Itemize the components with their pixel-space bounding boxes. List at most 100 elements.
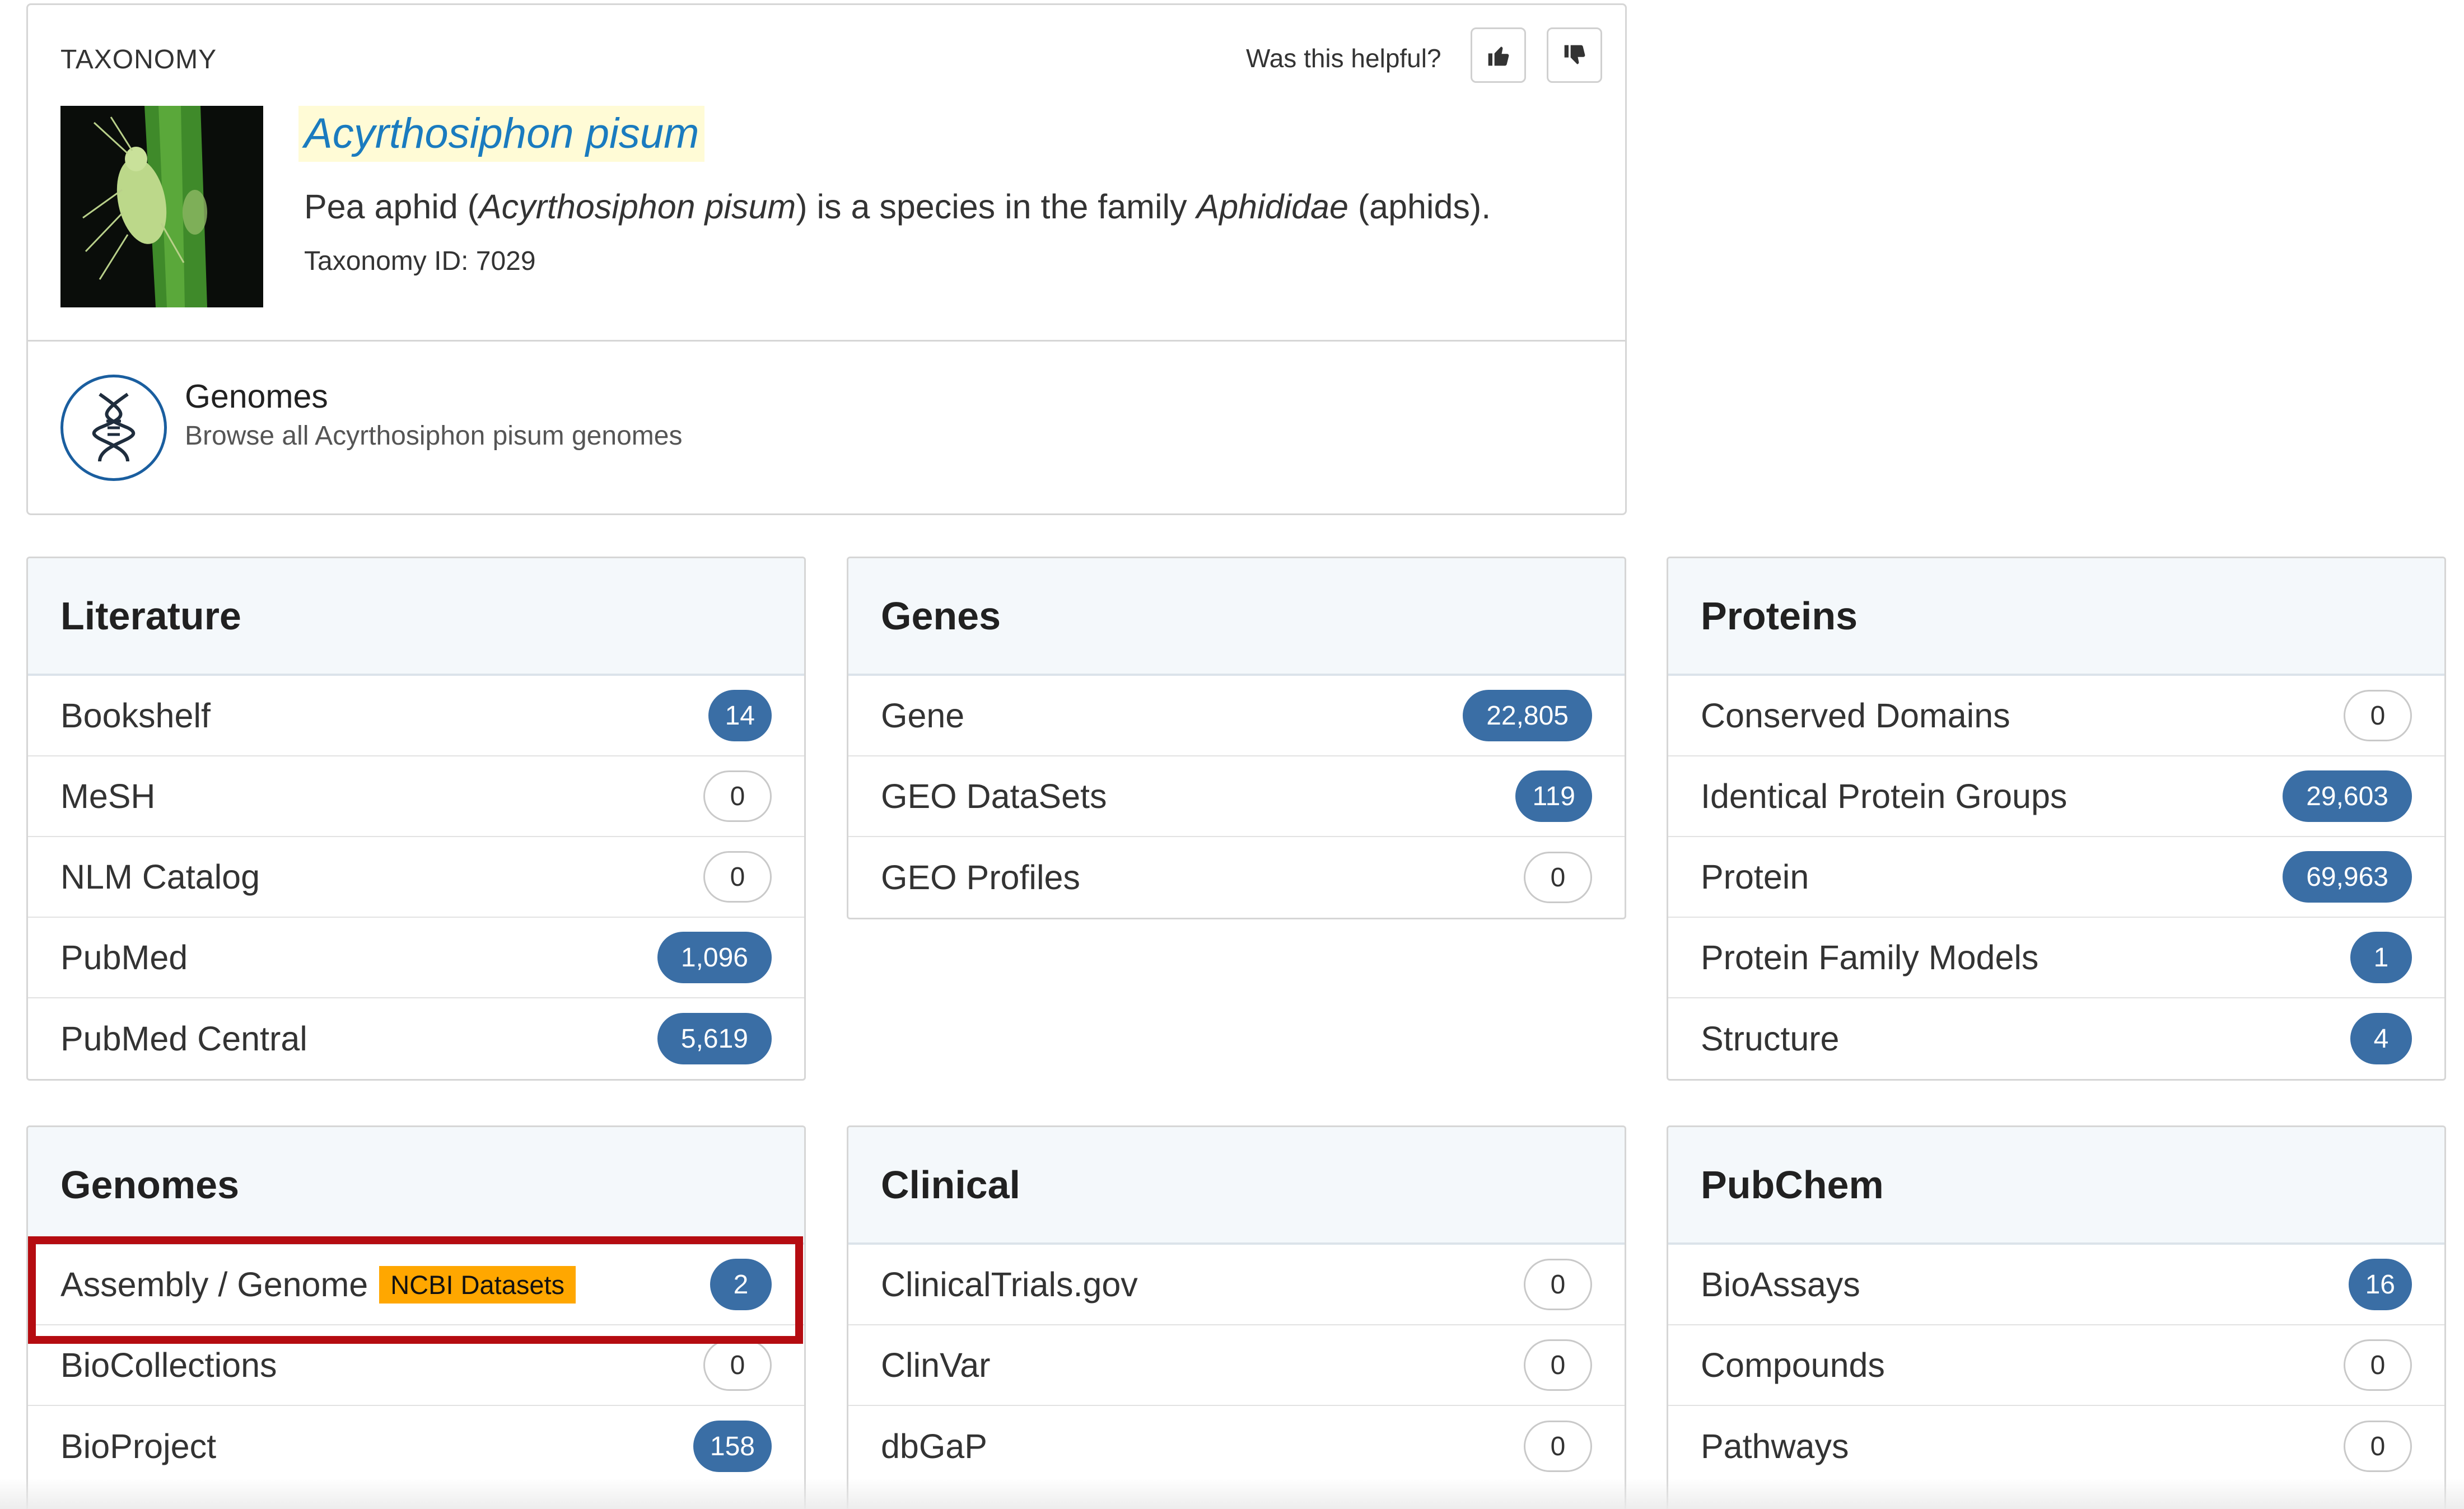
db-row-bookshelf[interactable]: Bookshelf 14 [28, 676, 804, 756]
db-label[interactable]: BioAssays [1701, 1265, 1860, 1304]
db-row-nlm-catalog[interactable]: NLM Catalog 0 [28, 837, 804, 918]
clinical-panel: Clinical ClinicalTrials.gov 0 ClinVar 0 … [847, 1125, 1626, 1509]
db-label[interactable]: Gene [881, 696, 964, 735]
count-badge[interactable]: 16 [2348, 1259, 2412, 1310]
db-label[interactable]: Bookshelf [60, 696, 211, 735]
count-badge[interactable]: 22,805 [1463, 690, 1592, 741]
count-badge[interactable]: 14 [708, 690, 772, 741]
db-label[interactable]: Identical Protein Groups [1701, 777, 2067, 816]
db-row-clinicaltrials[interactable]: ClinicalTrials.gov 0 [848, 1245, 1625, 1325]
ncbi-datasets-tag[interactable]: NCBI Datasets [379, 1265, 576, 1304]
db-row-bioassays[interactable]: BioAssays 16 [1668, 1245, 2444, 1325]
db-label[interactable]: ClinVar [881, 1346, 990, 1385]
db-label[interactable]: Assembly / Genome [60, 1265, 368, 1304]
desc-text-2: ) is a species in the family [796, 188, 1197, 226]
taxonomy-card: TAXONOMY Was this helpful? Acyrthosiphon… [26, 3, 1627, 515]
count-badge[interactable]: 0 [2344, 1421, 2412, 1472]
db-row-clinvar[interactable]: ClinVar 0 [848, 1325, 1625, 1406]
db-row-protein[interactable]: Protein 69,963 [1668, 837, 2444, 918]
db-row-gene[interactable]: Gene 22,805 [848, 676, 1625, 756]
desc-text-3: (aphids). [1348, 188, 1491, 226]
count-badge[interactable]: 2 [710, 1259, 772, 1310]
db-label[interactable]: ClinicalTrials.gov [881, 1265, 1138, 1304]
db-row-protein-family-models[interactable]: Protein Family Models 1 [1668, 918, 2444, 998]
species-photo[interactable] [60, 106, 263, 307]
db-row-pubmed[interactable]: PubMed 1,096 [28, 918, 804, 998]
count-badge[interactable]: 119 [1515, 770, 1592, 822]
desc-family-italic: Aphididae [1196, 188, 1348, 226]
db-row-mesh[interactable]: MeSH 0 [28, 756, 804, 837]
panel-title: Proteins [1668, 558, 2444, 676]
dna-icon[interactable] [60, 375, 167, 481]
genes-panel: Genes Gene 22,805 GEO DataSets 119 GEO P… [847, 557, 1626, 919]
helpful-prompt: Was this helpful? [1246, 44, 1441, 73]
db-row-biocollections[interactable]: BioCollections 0 [28, 1325, 804, 1406]
panel-title: Literature [28, 558, 804, 676]
db-label[interactable]: Protein [1701, 857, 1809, 896]
genomes-link-title[interactable]: Genomes [185, 377, 328, 415]
count-badge[interactable]: 5,619 [657, 1013, 772, 1064]
db-label[interactable]: GEO DataSets [881, 777, 1107, 816]
db-label[interactable]: MeSH [60, 777, 155, 816]
db-row-pathways[interactable]: Pathways 0 [1668, 1406, 2444, 1487]
thumbs-up-icon [1488, 46, 1509, 66]
db-row-assembly-genome[interactable]: Assembly / Genome NCBI Datasets 2 [28, 1245, 804, 1325]
count-badge[interactable]: 1,096 [657, 932, 772, 983]
count-badge[interactable]: 0 [703, 770, 772, 822]
thumbs-up-button[interactable] [1471, 27, 1526, 83]
thumbs-down-button[interactable] [1547, 27, 1602, 83]
db-row-structure[interactable]: Structure 4 [1668, 998, 2444, 1079]
genomes-link-subtitle[interactable]: Browse all Acyrthosiphon pisum genomes [185, 421, 682, 451]
panel-title: PubChem [1668, 1127, 2444, 1245]
taxonomy-name-link[interactable]: Acyrthosiphon pisum [298, 106, 705, 162]
db-label[interactable]: dbGaP [881, 1427, 987, 1466]
count-badge[interactable]: 0 [2344, 1339, 2412, 1391]
divider [28, 340, 1625, 342]
db-row-conserved-domains[interactable]: Conserved Domains 0 [1668, 676, 2444, 756]
panel-title: Genes [848, 558, 1625, 676]
count-badge[interactable]: 0 [1524, 1421, 1592, 1472]
db-label[interactable]: PubMed Central [60, 1019, 307, 1058]
panel-title: Clinical [848, 1127, 1625, 1245]
count-badge[interactable]: 4 [2350, 1013, 2412, 1064]
db-row-pubmed-central[interactable]: PubMed Central 5,619 [28, 998, 804, 1079]
taxonomy-description: Pea aphid (Acyrthosiphon pisum) is a spe… [304, 187, 1491, 226]
taxonomy-id: Taxonomy ID: 7029 [304, 246, 536, 276]
db-label[interactable]: BioCollections [60, 1346, 277, 1385]
taxonomy-section-label: TAXONOMY [60, 45, 217, 74]
count-badge[interactable]: 1 [2350, 932, 2412, 983]
panel-title: Genomes [28, 1127, 804, 1245]
thumbs-down-icon [1564, 45, 1585, 64]
db-row-identical-protein-groups[interactable]: Identical Protein Groups 29,603 [1668, 756, 2444, 837]
count-badge[interactable]: 29,603 [2283, 770, 2412, 822]
literature-panel: Literature Bookshelf 14 MeSH 0 NLM Catal… [26, 557, 806, 1081]
db-label[interactable]: NLM Catalog [60, 857, 260, 896]
bottom-fade [0, 1478, 2464, 1509]
pubchem-panel: PubChem BioAssays 16 Compounds 0 Pathway… [1667, 1125, 2446, 1509]
count-badge[interactable]: 0 [1524, 852, 1592, 903]
count-badge[interactable]: 0 [1524, 1259, 1592, 1310]
desc-text-1: Pea aphid ( [304, 188, 479, 226]
db-row-geo-profiles[interactable]: GEO Profiles 0 [848, 837, 1625, 918]
count-badge[interactable]: 0 [703, 851, 772, 903]
db-label[interactable]: Compounds [1701, 1346, 1885, 1385]
db-row-geo-datasets[interactable]: GEO DataSets 119 [848, 756, 1625, 837]
count-badge[interactable]: 0 [703, 1339, 772, 1391]
count-badge[interactable]: 69,963 [2283, 851, 2412, 903]
count-badge[interactable]: 0 [2344, 690, 2412, 741]
db-label[interactable]: Protein Family Models [1701, 938, 2038, 977]
desc-species-italic: Acyrthosiphon pisum [479, 188, 796, 226]
db-label-group: Assembly / Genome NCBI Datasets [60, 1265, 576, 1304]
db-label[interactable]: Conserved Domains [1701, 696, 2010, 735]
db-label[interactable]: PubMed [60, 938, 188, 977]
proteins-panel: Proteins Conserved Domains 0 Identical P… [1667, 557, 2446, 1081]
db-label[interactable]: GEO Profiles [881, 858, 1080, 897]
db-row-dbgap[interactable]: dbGaP 0 [848, 1406, 1625, 1487]
db-row-bioproject[interactable]: BioProject 158 [28, 1406, 804, 1487]
db-label[interactable]: BioProject [60, 1427, 216, 1466]
db-label[interactable]: Structure [1701, 1019, 1840, 1058]
count-badge[interactable]: 0 [1524, 1339, 1592, 1391]
db-row-compounds[interactable]: Compounds 0 [1668, 1325, 2444, 1406]
count-badge[interactable]: 158 [693, 1421, 772, 1472]
db-label[interactable]: Pathways [1701, 1427, 1849, 1466]
